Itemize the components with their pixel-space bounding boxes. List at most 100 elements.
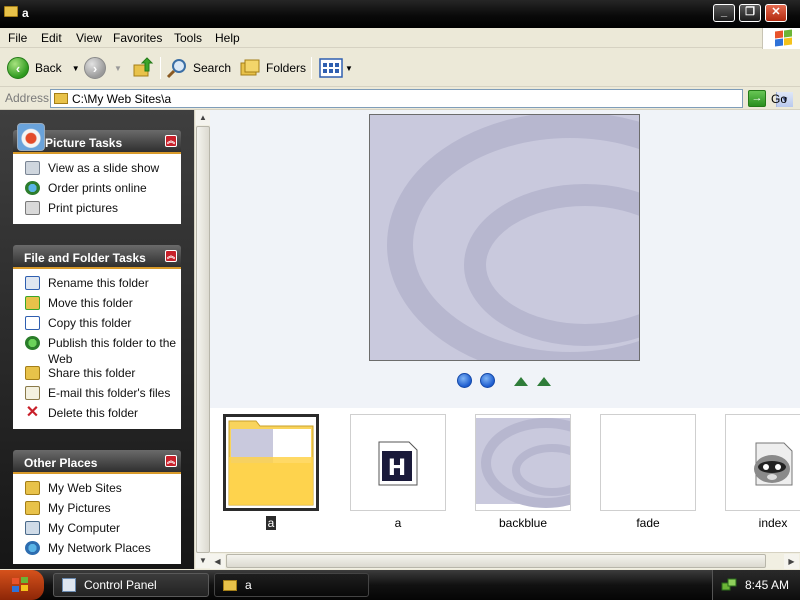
menu-bar: File Edit View Favorites Tools Help <box>0 28 800 48</box>
forward-button[interactable]: › ▼ <box>84 56 122 80</box>
windows-flag-icon <box>12 577 28 592</box>
email-icon <box>25 386 40 400</box>
start-button[interactable] <box>0 570 44 600</box>
task-copy-folder[interactable]: Copy this folder <box>13 315 181 335</box>
window-title: a <box>22 6 29 20</box>
menu-help[interactable]: Help <box>215 31 240 45</box>
up-folder-icon <box>133 57 154 77</box>
scroll-thumb[interactable] <box>226 554 766 568</box>
title-bar[interactable]: a _ ❐ ✕ <box>0 0 800 28</box>
folders-button[interactable]: Folders <box>239 56 306 80</box>
search-button[interactable]: Search <box>166 56 231 80</box>
address-input[interactable]: C:\My Web Sites\a ▼ <box>50 89 793 108</box>
rename-icon <box>25 276 40 290</box>
close-button[interactable]: ✕ <box>765 4 787 22</box>
horizontal-scrollbar[interactable]: ◀ ▶ <box>210 552 800 569</box>
image-preview[interactable] <box>369 114 640 361</box>
scroll-right-icon[interactable]: ▶ <box>784 554 799 569</box>
scroll-left-icon[interactable]: ◀ <box>210 554 225 569</box>
task-publish-folder[interactable]: Publish this folder to the Web <box>13 335 181 366</box>
collapse-chevron-icon[interactable]: ︽ <box>165 455 177 467</box>
system-tray: 8:45 AM <box>712 570 800 600</box>
forward-dropdown-icon[interactable]: ▼ <box>114 64 122 73</box>
collapse-chevron-icon[interactable]: ︽ <box>165 135 177 147</box>
file-folder-tasks-header[interactable]: File and Folder Tasks ︽ <box>13 245 181 269</box>
task-view-slideshow[interactable]: View as a slide show <box>13 160 181 180</box>
file-label[interactable]: a <box>350 516 446 530</box>
filmstrip-preview-area <box>210 110 800 408</box>
taskbar-folder-a[interactable]: a <box>214 573 369 597</box>
file-tile-index[interactable] <box>725 414 800 511</box>
scroll-thumb[interactable] <box>196 126 210 553</box>
thumbnail-strip: a H a backblue fade index <box>210 408 800 552</box>
back-label: Back <box>35 61 62 75</box>
previous-image-icon[interactable] <box>457 373 472 388</box>
file-label[interactable]: fade <box>600 516 696 530</box>
address-label: Address <box>5 91 50 105</box>
task-rename-folder[interactable]: Rename this folder <box>13 275 181 295</box>
other-places-header[interactable]: Other Places ︽ <box>13 450 181 474</box>
next-image-icon[interactable] <box>480 373 495 388</box>
folder-icon <box>54 93 68 104</box>
up-folder-button[interactable] <box>132 56 154 80</box>
task-print-pictures[interactable]: Print pictures <box>13 200 181 220</box>
file-label[interactable]: a <box>265 516 277 530</box>
picture-tasks-icon <box>17 123 45 151</box>
network-tray-icon[interactable] <box>721 577 737 593</box>
task-move-folder[interactable]: Move this folder <box>13 295 181 315</box>
delete-x-icon: ✕ <box>25 404 40 421</box>
raccoon-icon <box>754 442 793 486</box>
file-view: a H a backblue fade index ◀ ▶ <box>210 110 800 569</box>
menu-tools[interactable]: Tools <box>174 31 202 45</box>
maximize-button[interactable]: ❐ <box>739 4 761 22</box>
place-my-pictures[interactable]: My Pictures <box>13 500 181 520</box>
other-places-panel: Other Places ︽ My Web Sites My Pictures … <box>13 450 181 564</box>
place-my-web-sites[interactable]: My Web Sites <box>13 480 181 500</box>
rotate-counterclockwise-icon[interactable] <box>536 375 552 387</box>
task-share-folder[interactable]: Share this folder <box>13 365 181 385</box>
other-places-title: Other Places <box>24 456 98 470</box>
scroll-down-icon[interactable]: ▼ <box>196 553 210 568</box>
go-button[interactable]: → Go <box>748 89 787 108</box>
file-folder-tasks-panel: File and Folder Tasks ︽ Rename this fold… <box>13 245 181 429</box>
slideshow-icon <box>25 161 40 175</box>
scroll-up-icon[interactable]: ▲ <box>196 110 210 125</box>
rotate-clockwise-icon[interactable] <box>513 375 529 387</box>
html-file-icon: H <box>378 441 418 486</box>
task-email-files[interactable]: E-mail this folder's files <box>13 385 181 405</box>
folders-label: Folders <box>266 61 307 75</box>
task-pane-scrollbar[interactable]: ▲ ▼ <box>194 110 210 569</box>
file-label[interactable]: index <box>725 516 800 530</box>
place-my-computer[interactable]: My Computer <box>13 520 181 540</box>
file-tile-backblue[interactable] <box>475 414 611 511</box>
search-icon <box>166 59 186 79</box>
file-tile-fade[interactable] <box>600 414 696 511</box>
folders-icon <box>240 59 260 76</box>
back-dropdown-icon[interactable]: ▼ <box>72 64 80 73</box>
swirl-image <box>370 115 639 360</box>
taskbar-control-panel[interactable]: Control Panel <box>53 573 209 597</box>
file-tile-html-a[interactable]: H <box>350 414 446 511</box>
publish-globe-icon <box>25 336 40 350</box>
file-label[interactable]: backblue <box>475 516 571 530</box>
back-button[interactable]: ‹ Back ▼ <box>7 56 80 80</box>
collapse-chevron-icon[interactable]: ︽ <box>165 250 177 262</box>
svg-text:H: H <box>388 456 406 481</box>
task-pane: Picture Tasks ︽ View as a slide show Ord… <box>0 110 194 569</box>
menu-favorites[interactable]: Favorites <box>113 31 162 45</box>
backblue-thumbnail <box>476 418 611 508</box>
task-delete-folder[interactable]: ✕ Delete this folder <box>13 405 181 425</box>
menu-view[interactable]: View <box>76 31 102 45</box>
file-tile-folder-a[interactable] <box>223 414 319 511</box>
share-icon <box>25 366 40 380</box>
views-button[interactable]: ▼ <box>319 56 353 80</box>
menu-edit[interactable]: Edit <box>41 31 62 45</box>
computer-icon <box>25 521 40 535</box>
clock[interactable]: 8:45 AM <box>745 578 789 592</box>
minimize-button[interactable]: _ <box>713 4 735 22</box>
place-my-network[interactable]: My Network Places <box>13 540 181 560</box>
picture-tasks-title: Picture Tasks <box>45 136 123 150</box>
views-dropdown-icon[interactable]: ▼ <box>345 64 353 73</box>
task-order-prints[interactable]: Order prints online <box>13 180 181 200</box>
menu-file[interactable]: File <box>8 31 27 45</box>
